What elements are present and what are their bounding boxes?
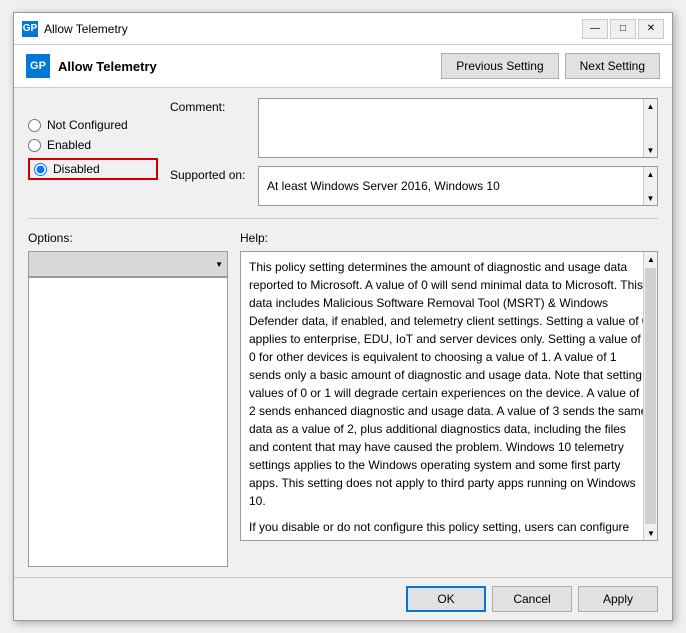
radio-enabled-label: Enabled <box>47 138 91 152</box>
apply-button[interactable]: Apply <box>578 586 658 612</box>
supported-scroll-up[interactable]: ▲ <box>644 167 658 181</box>
dropdown-arrow-icon: ▼ <box>215 260 223 269</box>
supported-box: At least Windows Server 2016, Windows 10… <box>258 166 658 206</box>
titlebar: GP Allow Telemetry — □ ✕ <box>14 13 672 45</box>
top-section: Not Configured Enabled Disabled Comment: <box>28 98 658 206</box>
radio-disabled-label: Disabled <box>53 162 100 176</box>
help-scroll-down[interactable]: ▼ <box>644 526 658 540</box>
dialog-window: GP Allow Telemetry — □ ✕ GP Allow Teleme… <box>13 12 673 621</box>
ok-button[interactable]: OK <box>406 586 486 612</box>
supported-label: Supported on: <box>170 166 250 182</box>
maximize-button[interactable]: □ <box>610 19 636 39</box>
help-paragraph-2: If you disable or do not configure this … <box>249 518 649 541</box>
radio-not-configured-label: Not Configured <box>47 118 128 132</box>
next-setting-button[interactable]: Next Setting <box>565 53 660 79</box>
divider <box>28 218 658 219</box>
help-scroll-up[interactable]: ▲ <box>644 252 658 266</box>
radio-enabled-input[interactable] <box>28 139 41 152</box>
titlebar-title: Allow Telemetry <box>44 22 576 36</box>
radio-enabled[interactable]: Enabled <box>28 138 158 152</box>
radio-not-configured[interactable]: Not Configured <box>28 118 158 132</box>
radio-not-configured-input[interactable] <box>28 119 41 132</box>
comment-scroll-up[interactable]: ▲ <box>644 99 658 113</box>
disabled-border: Disabled <box>28 158 158 180</box>
titlebar-icon: GP <box>22 21 38 37</box>
options-area <box>28 277 228 567</box>
help-scrollbar[interactable]: ▲ ▼ <box>643 252 657 540</box>
supported-scrollbar[interactable]: ▲ ▼ <box>643 167 657 205</box>
radio-section: Not Configured Enabled Disabled <box>28 98 158 206</box>
previous-setting-button[interactable]: Previous Setting <box>441 53 558 79</box>
right-panels: Comment: ▲ ▼ Supported on: At least Wind… <box>170 98 658 206</box>
supported-value: At least Windows Server 2016, Windows 10 <box>267 179 649 193</box>
header-title: Allow Telemetry <box>58 59 433 74</box>
comment-row: Comment: ▲ ▼ <box>170 98 658 158</box>
header-icon: GP <box>26 54 50 78</box>
main-content: Not Configured Enabled Disabled Comment: <box>14 88 672 577</box>
close-button[interactable]: ✕ <box>638 19 664 39</box>
cancel-button[interactable]: Cancel <box>492 586 572 612</box>
minimize-button[interactable]: — <box>582 19 608 39</box>
help-paragraph-1: This policy setting determines the amoun… <box>249 258 649 510</box>
radio-disabled[interactable]: Disabled <box>34 162 100 176</box>
footer: OK Cancel Apply <box>14 577 672 620</box>
comment-scrollbar[interactable]: ▲ ▼ <box>643 99 657 157</box>
bottom-section: Options: ▼ Help: This policy setting det… <box>28 231 658 567</box>
comment-label: Comment: <box>170 98 250 114</box>
header-buttons: Previous Setting Next Setting <box>441 53 660 79</box>
help-column: Help: This policy setting determines the… <box>240 231 658 567</box>
help-label: Help: <box>240 231 658 245</box>
comment-textarea[interactable]: ▲ ▼ <box>258 98 658 158</box>
options-label: Options: <box>28 231 228 245</box>
supported-row: Supported on: At least Windows Server 20… <box>170 166 658 206</box>
header-bar: GP Allow Telemetry Previous Setting Next… <box>14 45 672 88</box>
comment-scroll-down[interactable]: ▼ <box>644 143 658 157</box>
titlebar-controls: — □ ✕ <box>582 19 664 39</box>
help-text-box: This policy setting determines the amoun… <box>240 251 658 541</box>
supported-scroll-down[interactable]: ▼ <box>644 191 658 205</box>
radio-disabled-input[interactable] <box>34 163 47 176</box>
options-column: Options: ▼ <box>28 231 228 567</box>
options-dropdown[interactable]: ▼ <box>28 251 228 277</box>
